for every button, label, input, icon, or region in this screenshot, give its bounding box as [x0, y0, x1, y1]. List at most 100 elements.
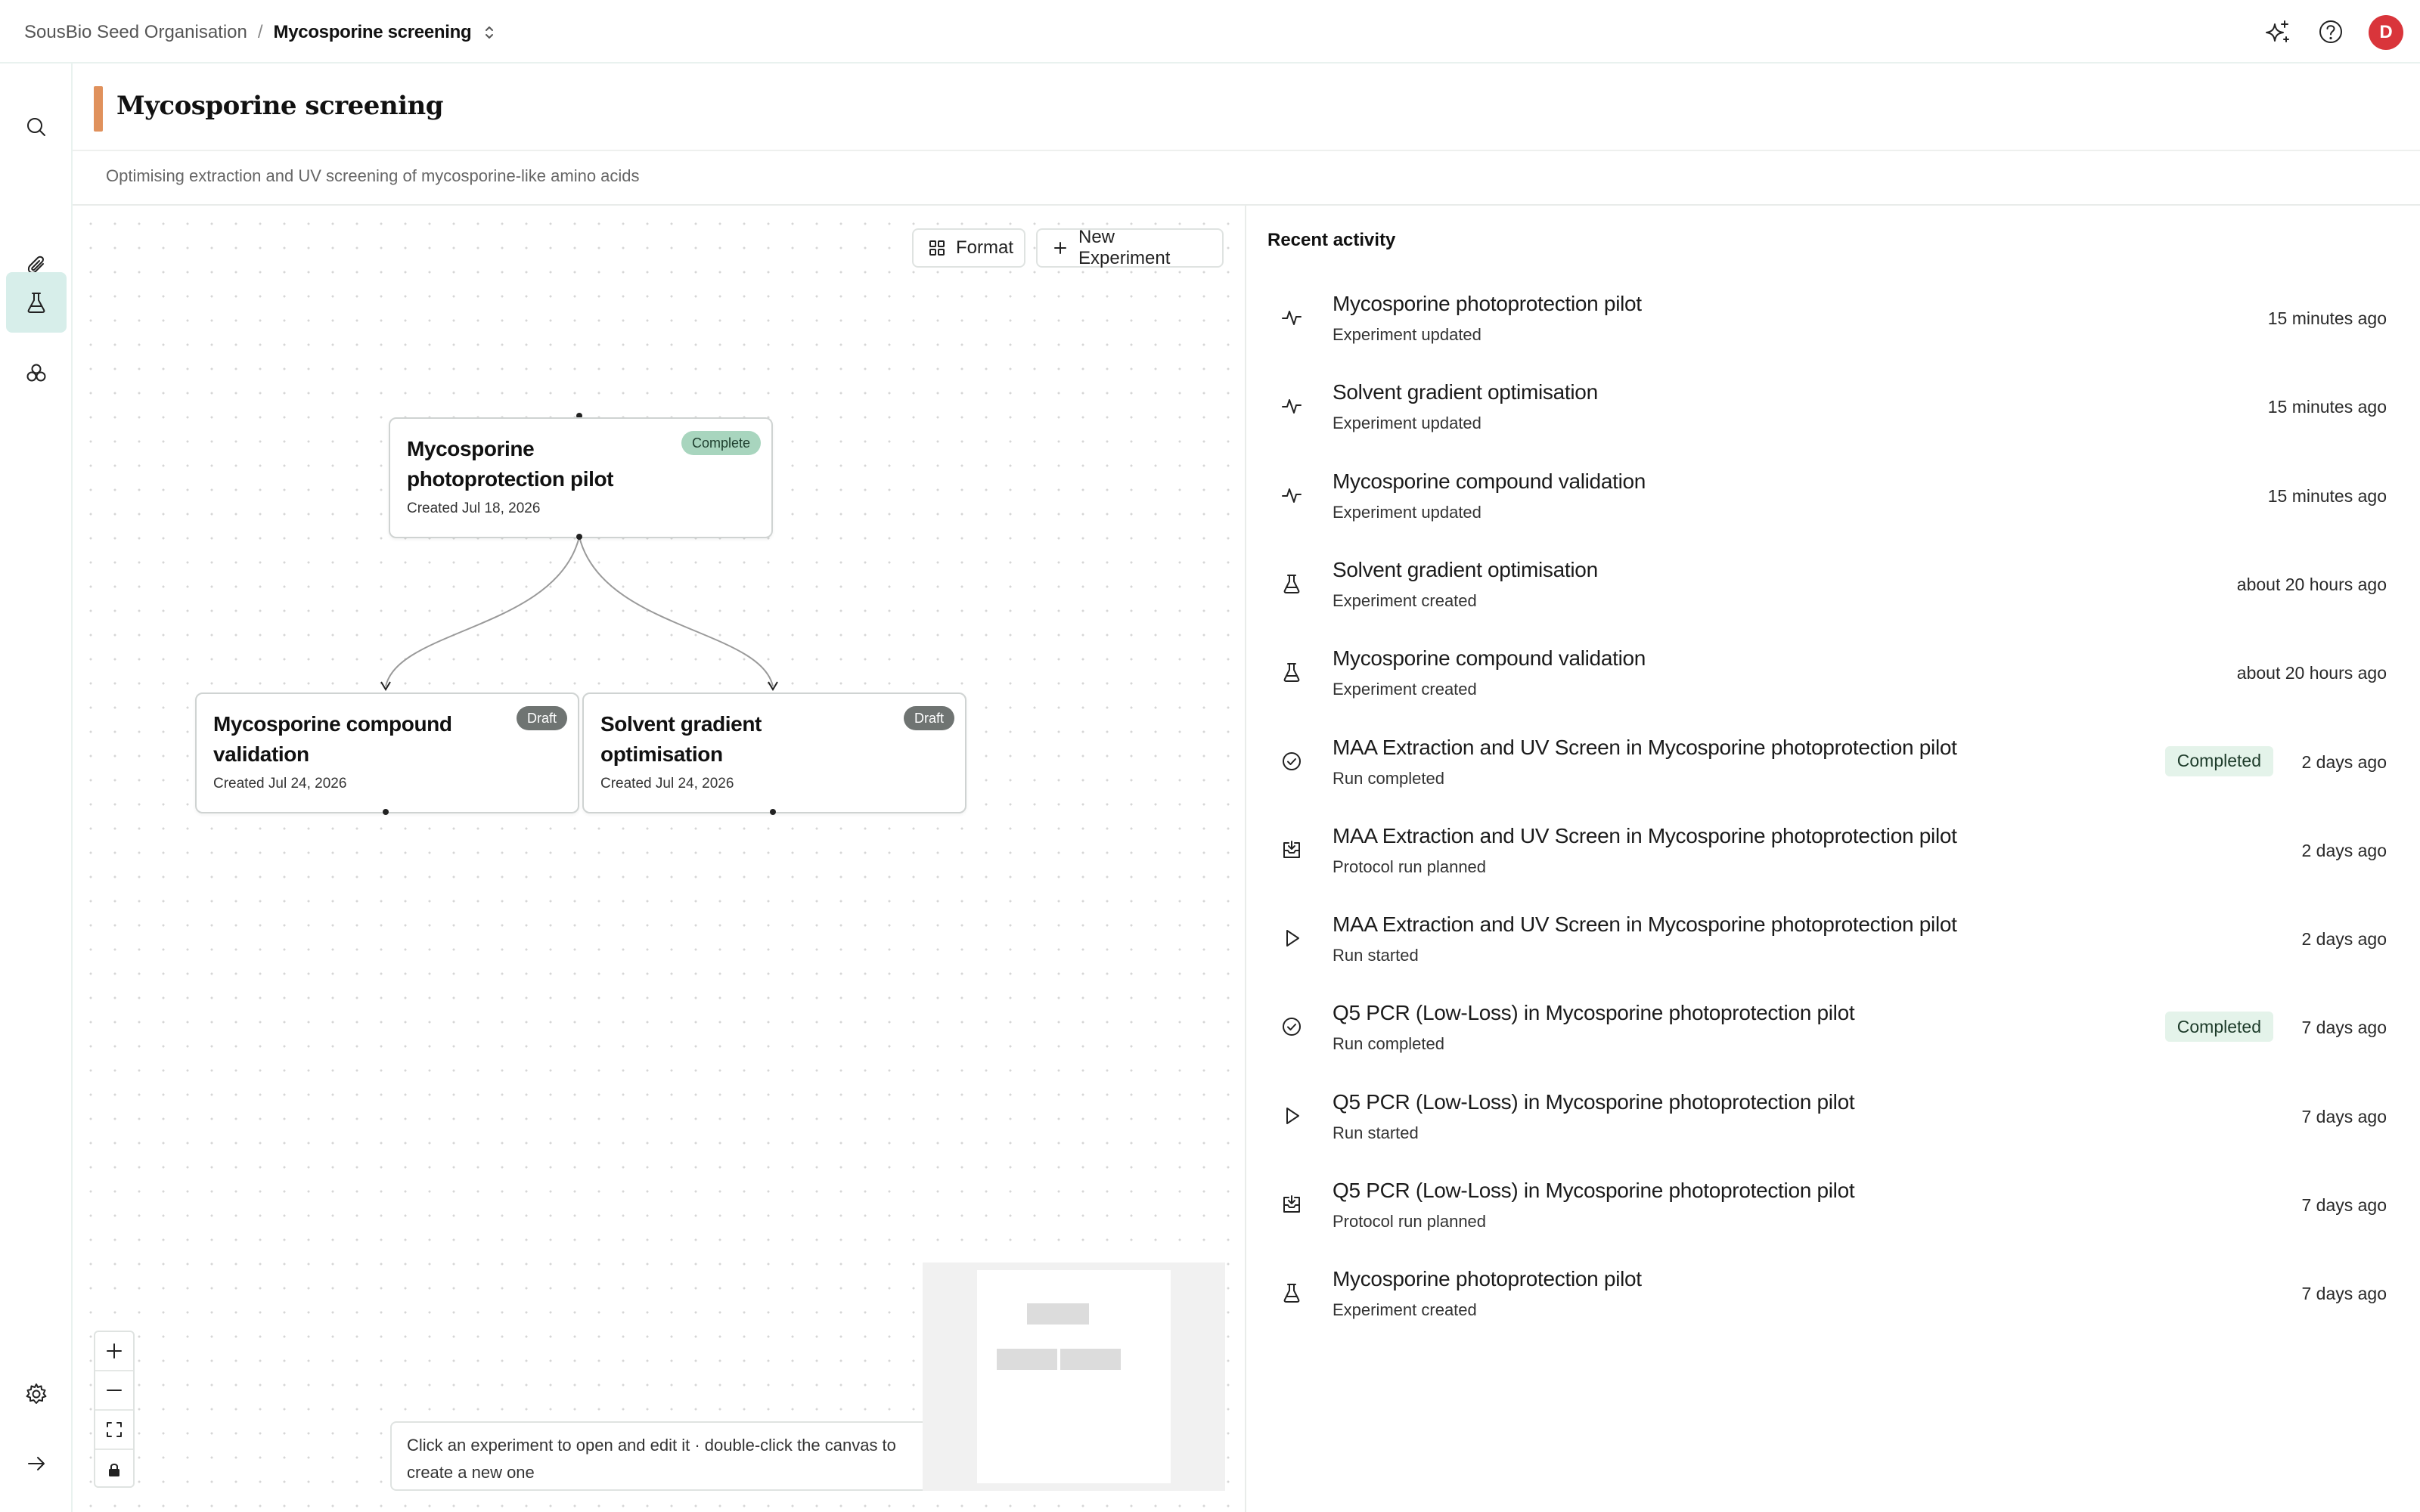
canvas-hint: Click an experiment to open and edit it …	[390, 1421, 929, 1491]
rail-components[interactable]	[6, 343, 67, 404]
activity-title: MAA Extraction and UV Screen in Mycospor…	[1333, 823, 1957, 847]
minimap[interactable]	[923, 1263, 1225, 1491]
node-port-bottom[interactable]	[383, 809, 389, 815]
activity-subtitle: Experiment created	[1333, 680, 1477, 699]
breadcrumb-separator: /	[257, 22, 263, 42]
chevron-updown-icon[interactable]	[483, 23, 495, 42]
zoom-controls	[94, 1331, 135, 1488]
experiment-node[interactable]: Mycosporine photoprotection pilot Comple…	[389, 417, 773, 538]
node-title: Solvent gradient optimisation	[600, 712, 762, 766]
experiment-node[interactable]: Solvent gradient optimisation Draft Crea…	[582, 692, 966, 813]
page-header: Mycosporine screening	[73, 64, 2420, 151]
tray-download-icon	[1275, 833, 1308, 866]
activity-time: about 20 hours ago	[2236, 663, 2387, 683]
activity-title: Q5 PCR (Low-Loss) in Mycosporine photopr…	[1333, 1001, 1855, 1025]
activity-item[interactable]: Mycosporine photoprotection pilot Experim…	[1248, 1255, 2420, 1343]
lock-canvas-button[interactable]	[95, 1450, 133, 1489]
rail-search[interactable]	[6, 97, 67, 157]
activity-item[interactable]: Solvent gradient optimisation Experiment …	[1248, 368, 2420, 457]
flask-icon	[23, 290, 49, 315]
activity-item[interactable]: Mycosporine compound validation Experimen…	[1248, 634, 2420, 723]
activity-pulse-icon	[1275, 389, 1308, 423]
page-title[interactable]: Mycosporine screening	[116, 91, 444, 121]
activity-subtitle: Run started	[1333, 1123, 1419, 1142]
activity-subtitle: Run started	[1333, 946, 1419, 965]
experiment-canvas[interactable]: Format New Experiment Mycosporine photop…	[73, 206, 1246, 1512]
activity-subtitle: Experiment updated	[1333, 502, 1481, 522]
minus-icon	[104, 1380, 124, 1400]
activity-title: Mycosporine photoprotection pilot	[1333, 1267, 1642, 1291]
avatar[interactable]: D	[2369, 15, 2403, 50]
experiment-node[interactable]: Mycosporine compound validation Draft Cr…	[195, 692, 579, 813]
rail-experiments[interactable]	[6, 272, 67, 333]
fit-view-button[interactable]	[95, 1411, 133, 1450]
activity-time: 7 days ago	[2301, 1106, 2387, 1126]
activity-title: MAA Extraction and UV Screen in Mycospor…	[1333, 912, 1957, 937]
activity-subtitle: Experiment created	[1333, 1300, 1477, 1320]
title-accent-bar	[94, 86, 103, 132]
status-badge: Completed	[2164, 745, 2273, 776]
check-circle-icon	[1275, 745, 1308, 778]
activity-time: 7 days ago	[2301, 1195, 2387, 1215]
plus-icon	[104, 1341, 124, 1361]
activity-item[interactable]: MAA Extraction and UV Screen in Mycospor…	[1248, 812, 2420, 900]
node-title: Mycosporine photoprotection pilot	[407, 437, 614, 491]
activity-title: Mycosporine compound validation	[1333, 646, 1646, 671]
activity-time: 15 minutes ago	[2267, 485, 2387, 506]
activity-time: 15 minutes ago	[2267, 397, 2387, 417]
activity-item[interactable]: MAA Extraction and UV Screen in Mycospor…	[1248, 723, 2420, 812]
lock-icon	[106, 1461, 123, 1478]
activity-subtitle: Experiment updated	[1333, 325, 1481, 344]
new-experiment-button[interactable]: New Experiment	[1036, 227, 1224, 268]
activity-title: Q5 PCR (Low-Loss) in Mycosporine photopr…	[1333, 1089, 1855, 1114]
activity-item[interactable]: Q5 PCR (Low-Loss) in Mycosporine photopr…	[1248, 989, 2420, 1077]
top-bar: SousBio Seed Organisation / Mycosporine …	[0, 0, 2420, 64]
activity-title: Mycosporine photoprotection pilot	[1333, 292, 1642, 315]
node-port-bottom[interactable]	[576, 534, 582, 540]
activity-item[interactable]: Q5 PCR (Low-Loss) in Mycosporine photopr…	[1248, 1167, 2420, 1255]
edge-pilot-validation	[385, 536, 580, 687]
zoom-in-button[interactable]	[95, 1332, 133, 1371]
activity-title: Q5 PCR (Low-Loss) in Mycosporine photopr…	[1333, 1179, 1855, 1202]
page-description[interactable]: Optimising extraction and UV screening o…	[106, 166, 640, 186]
activity-item[interactable]: Q5 PCR (Low-Loss) in Mycosporine photopr…	[1248, 1078, 2420, 1167]
grid-icon	[929, 240, 945, 256]
breadcrumb-current[interactable]: Mycosporine screening	[274, 22, 472, 43]
edge-pilot-solvent	[579, 536, 774, 687]
activity-subtitle: Run completed	[1333, 1034, 1444, 1054]
format-button[interactable]: Format	[912, 228, 1025, 268]
activity-time: 7 days ago	[2301, 1018, 2387, 1038]
molecule-icon	[23, 361, 49, 386]
activity-item[interactable]: Mycosporine compound validation Experimen…	[1248, 457, 2420, 546]
minimap-node	[1060, 1349, 1121, 1370]
flask-icon	[1275, 567, 1308, 600]
arrow-right-icon	[24, 1452, 48, 1476]
activity-item[interactable]: MAA Extraction and UV Screen in Mycospor…	[1248, 900, 2420, 989]
activity-title: Solvent gradient optimisation	[1333, 380, 1598, 404]
minimap-node	[997, 1349, 1057, 1370]
format-button-label: Format	[956, 237, 1014, 258]
play-icon	[1275, 922, 1308, 955]
gear-icon	[24, 1382, 48, 1406]
node-created-date: Created Jul 18, 2026	[407, 500, 541, 516]
activity-item[interactable]: Solvent gradient optimisation Experiment …	[1248, 546, 2420, 634]
rail-settings[interactable]	[6, 1364, 67, 1424]
minimap-viewport[interactable]	[977, 1270, 1171, 1483]
breadcrumb-org[interactable]: SousBio Seed Organisation	[24, 22, 247, 43]
tray-download-icon	[1275, 1188, 1308, 1221]
flask-icon	[1275, 655, 1308, 689]
sparkles-icon[interactable]	[2263, 17, 2293, 47]
node-port-bottom[interactable]	[770, 809, 776, 815]
status-badge: Draft	[516, 706, 567, 730]
activity-time: 2 days ago	[2301, 929, 2387, 950]
node-title: Mycosporine compound validation	[213, 712, 452, 766]
new-experiment-label: New Experiment	[1078, 227, 1171, 268]
play-icon	[1275, 1099, 1308, 1132]
activity-time: 2 days ago	[2301, 840, 2387, 860]
node-created-date: Created Jul 24, 2026	[213, 776, 347, 792]
help-icon[interactable]	[2316, 17, 2346, 47]
activity-item[interactable]: Mycosporine photoprotection pilot Experim…	[1248, 280, 2420, 368]
zoom-out-button[interactable]	[95, 1371, 133, 1411]
status-badge: Completed	[2164, 1012, 2273, 1043]
rail-expand[interactable]	[6, 1433, 67, 1494]
